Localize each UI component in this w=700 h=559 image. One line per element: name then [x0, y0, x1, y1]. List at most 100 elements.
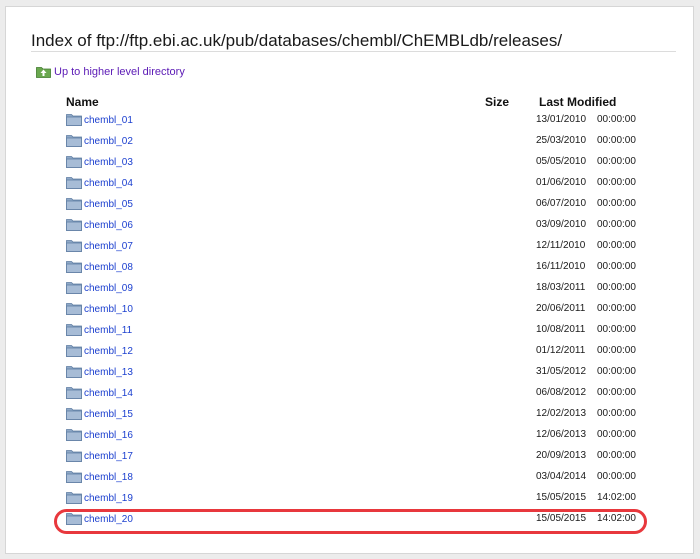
modified-time: 00:00:00 [597, 156, 636, 167]
modified-time: 00:00:00 [597, 366, 636, 377]
page-title: Index of ftp://ftp.ebi.ac.uk/pub/databas… [31, 31, 563, 50]
up-folder-icon [36, 67, 51, 78]
folder-link[interactable]: chembl_12 [84, 346, 133, 357]
table-row: chembl_05 06/07/2010 00:00:00 [6, 194, 695, 215]
modified-time: 00:00:00 [597, 408, 636, 419]
folder-link[interactable]: chembl_04 [84, 178, 133, 189]
modified-date: 03/09/2010 [536, 219, 587, 230]
modified-time: 00:00:00 [597, 345, 636, 356]
folder-link[interactable]: chembl_07 [84, 241, 133, 252]
up-directory-link[interactable]: Up to higher level directory [36, 65, 185, 78]
modified-date: 10/08/2011 [536, 324, 586, 335]
table-row: chembl_04 01/06/2010 00:00:00 [6, 173, 695, 194]
folder-icon [66, 429, 82, 441]
modified-date: 20/09/2013 [536, 450, 587, 461]
modified-date: 25/03/2010 [536, 135, 587, 146]
folder-link[interactable]: chembl_10 [84, 304, 133, 315]
modified-date: 12/11/2010 [536, 240, 586, 251]
modified-time: 00:00:00 [597, 324, 636, 335]
modified-date: 15/05/2015 [536, 492, 587, 503]
modified-date: 18/03/2011 [536, 282, 586, 293]
folder-icon [66, 240, 82, 252]
folder-link[interactable]: chembl_05 [84, 199, 133, 210]
table-row: chembl_10 20/06/2011 00:00:00 [6, 299, 695, 320]
folder-link[interactable]: chembl_13 [84, 367, 133, 378]
up-directory-label: Up to higher level directory [54, 65, 185, 78]
folder-icon [66, 282, 82, 294]
folder-icon [66, 198, 82, 210]
folder-link[interactable]: chembl_01 [84, 115, 133, 126]
folder-icon [66, 156, 82, 168]
modified-date: 05/05/2010 [536, 156, 587, 167]
modified-time: 14:02:00 [597, 492, 636, 503]
table-row: chembl_11 10/08/2011 00:00:00 [6, 320, 695, 341]
folder-icon [66, 345, 82, 357]
directory-listing-panel: Index of ftp://ftp.ebi.ac.uk/pub/databas… [5, 6, 694, 554]
folder-icon [66, 408, 82, 420]
modified-date: 06/08/2012 [536, 387, 587, 398]
table-row: chembl_02 25/03/2010 00:00:00 [6, 131, 695, 152]
modified-date: 06/07/2010 [536, 198, 587, 209]
table-row: chembl_03 05/05/2010 00:00:00 [6, 152, 695, 173]
folder-link[interactable]: chembl_11 [84, 325, 132, 336]
folder-icon [66, 450, 82, 462]
folder-icon [66, 135, 82, 147]
modified-time: 00:00:00 [597, 198, 636, 209]
folder-link[interactable]: chembl_14 [84, 388, 133, 399]
folder-link[interactable]: chembl_19 [84, 493, 133, 504]
folder-icon [66, 387, 82, 399]
modified-date: 01/12/2011 [536, 345, 586, 356]
modified-date: 12/06/2013 [536, 429, 587, 440]
modified-time: 00:00:00 [597, 387, 636, 398]
folder-link[interactable]: chembl_06 [84, 220, 133, 231]
folder-link[interactable]: chembl_15 [84, 409, 133, 420]
table-row: chembl_14 06/08/2012 00:00:00 [6, 383, 695, 404]
modified-date: 20/06/2011 [536, 303, 586, 314]
modified-time: 00:00:00 [597, 240, 636, 251]
folder-link[interactable]: chembl_09 [84, 283, 133, 294]
modified-time: 00:00:00 [597, 303, 636, 314]
table-row: chembl_19 15/05/2015 14:02:00 [6, 488, 695, 509]
modified-time: 00:00:00 [597, 261, 636, 272]
modified-date: 03/04/2014 [536, 471, 587, 482]
folder-icon [66, 114, 82, 126]
table-row: chembl_20 15/05/2015 14:02:00 [6, 509, 695, 530]
folder-icon [66, 177, 82, 189]
column-header-name: Name [66, 95, 99, 109]
column-header-last-modified: Last Modified [539, 95, 617, 109]
modified-time: 00:00:00 [597, 135, 636, 146]
title-divider [31, 51, 676, 52]
table-row: chembl_06 03/09/2010 00:00:00 [6, 215, 695, 236]
table-row: chembl_07 12/11/2010 00:00:00 [6, 236, 695, 257]
modified-time: 00:00:00 [597, 450, 636, 461]
folder-icon [66, 324, 82, 336]
folder-icon [66, 492, 82, 504]
folder-icon [66, 303, 82, 315]
folder-icon [66, 513, 82, 525]
file-list: chembl_01 13/01/2010 00:00:00 chembl_02 25/0… [6, 110, 695, 530]
folder-link[interactable]: chembl_20 [84, 514, 133, 525]
table-row: chembl_15 12/02/2013 00:00:00 [6, 404, 695, 425]
modified-time: 00:00:00 [597, 114, 636, 125]
modified-time: 00:00:00 [597, 219, 636, 230]
modified-time: 00:00:00 [597, 471, 636, 482]
folder-link[interactable]: chembl_02 [84, 136, 133, 147]
table-row: chembl_16 12/06/2013 00:00:00 [6, 425, 695, 446]
folder-icon [66, 261, 82, 273]
table-row: chembl_13 31/05/2012 00:00:00 [6, 362, 695, 383]
folder-link[interactable]: chembl_17 [84, 451, 133, 462]
modified-date: 12/02/2013 [536, 408, 587, 419]
folder-link[interactable]: chembl_16 [84, 430, 133, 441]
table-row: chembl_17 20/09/2013 00:00:00 [6, 446, 695, 467]
modified-date: 31/05/2012 [536, 366, 587, 377]
table-row: chembl_08 16/11/2010 00:00:00 [6, 257, 695, 278]
modified-time: 00:00:00 [597, 282, 636, 293]
modified-time: 00:00:00 [597, 429, 636, 440]
folder-link[interactable]: chembl_08 [84, 262, 133, 273]
table-row: chembl_12 01/12/2011 00:00:00 [6, 341, 695, 362]
table-row: chembl_18 03/04/2014 00:00:00 [6, 467, 695, 488]
folder-link[interactable]: chembl_03 [84, 157, 133, 168]
folder-link[interactable]: chembl_18 [84, 472, 133, 483]
table-row: chembl_01 13/01/2010 00:00:00 [6, 110, 695, 131]
modified-date: 15/05/2015 [536, 513, 587, 524]
